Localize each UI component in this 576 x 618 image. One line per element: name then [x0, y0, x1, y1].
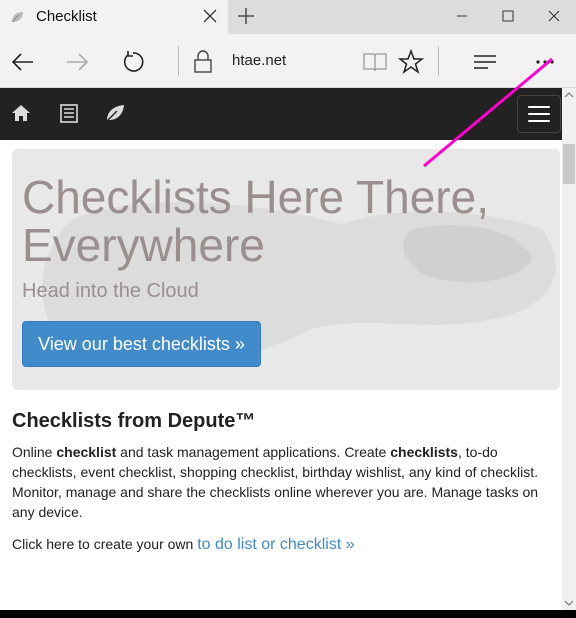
lock-icon[interactable] [190, 49, 216, 75]
new-tab-icon[interactable] [236, 6, 256, 26]
hub-icon[interactable] [472, 49, 498, 75]
list-icon[interactable] [58, 102, 80, 124]
hero-subtitle: Head into the Cloud [22, 280, 199, 302]
create-checklist-link[interactable]: to do list or checklist » [197, 536, 354, 553]
site-navbar [0, 88, 562, 140]
more-options-icon[interactable] [532, 49, 558, 75]
separator [178, 46, 179, 76]
scroll-down-icon[interactable] [562, 596, 576, 610]
forward-arrow-icon[interactable] [64, 49, 90, 75]
scrollbar-thumb[interactable] [563, 144, 575, 184]
reading-view-icon[interactable] [362, 49, 388, 75]
para-text: Click here to create your own [12, 536, 198, 552]
close-window-icon[interactable] [544, 6, 564, 26]
create-checklist-paragraph: Click here to create your own to do list… [12, 536, 552, 554]
hero-jumbotron: Checklists Here There, Everywhere Head i… [12, 149, 560, 390]
hamburger-line [528, 113, 550, 115]
close-tab-icon[interactable] [200, 6, 220, 26]
leaf-favicon-icon [11, 12, 23, 23]
home-icon[interactable] [10, 102, 32, 124]
para-bold-text: checklist [56, 444, 117, 460]
para-bold-text: checklists [390, 444, 458, 460]
refresh-icon[interactable] [120, 49, 146, 75]
minimize-icon[interactable] [452, 6, 472, 26]
hamburger-line [528, 106, 550, 108]
leaf-icon[interactable] [104, 102, 126, 124]
maximize-icon[interactable] [498, 6, 518, 26]
address-bar: htae.net [0, 34, 576, 88]
view-best-checklists-button[interactable]: View our best checklists » [22, 321, 261, 367]
separator [438, 46, 439, 76]
tab-title: Checklist [36, 8, 97, 25]
hamburger-line [528, 120, 550, 122]
intro-paragraph: Online checklist and task management app… [12, 442, 552, 522]
browser-title-bar: Checklist [0, 0, 576, 34]
para-text: Online [12, 444, 57, 460]
menu-toggle-button[interactable] [517, 95, 561, 133]
back-arrow-icon[interactable] [10, 49, 36, 75]
hero-title: Checklists Here There, Everywhere [22, 171, 489, 271]
scroll-up-icon[interactable] [562, 88, 576, 102]
browser-tab[interactable]: Checklist [0, 0, 228, 34]
para-text: and task management applications. Create [116, 444, 391, 460]
url-field[interactable]: htae.net [232, 52, 286, 69]
section-heading: Checklists from Depute™ [12, 410, 256, 432]
favorite-star-icon[interactable] [398, 49, 424, 75]
taskbar-edge [0, 610, 576, 618]
